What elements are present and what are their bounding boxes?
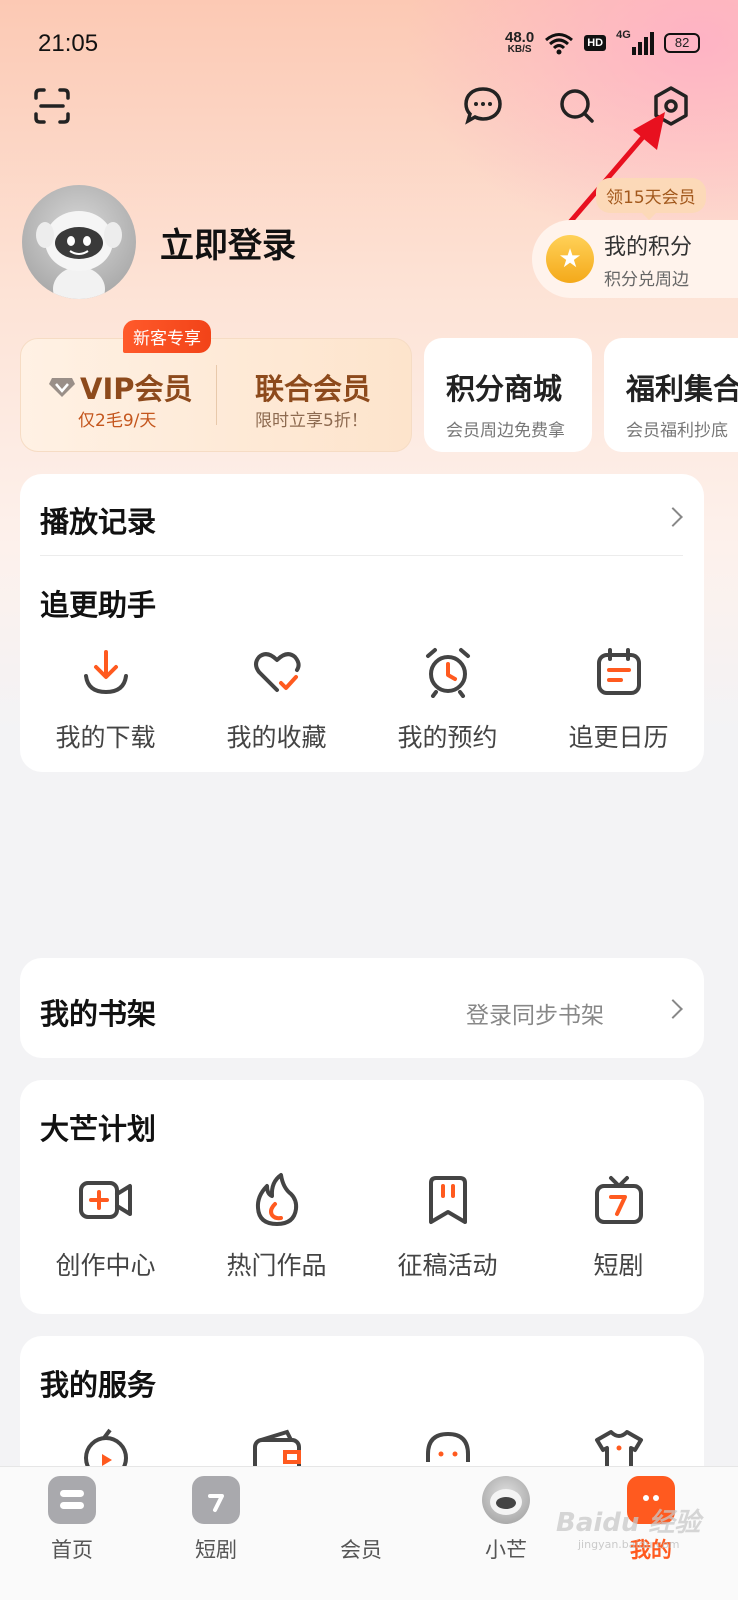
points-title: 我的积分	[604, 234, 693, 260]
vip-member-button[interactable]: VIP会员	[48, 366, 193, 408]
play-history-title: 播放记录	[40, 505, 157, 539]
xiaomang-icon	[482, 1476, 530, 1524]
my-favorites-label: 我的收藏	[226, 723, 327, 752]
welfare-title: 福利集合	[626, 372, 738, 406]
union-member-promo: 限时立享5折！	[255, 411, 368, 431]
cellular-signal: 4G	[616, 28, 655, 55]
creation-center-button[interactable]: 创作中心	[20, 1172, 191, 1282]
points-mall-subtitle: 会员周边免费拿	[446, 421, 565, 441]
tv-seven-icon	[591, 1172, 647, 1228]
hot-works-label: 热门作品	[226, 1251, 327, 1280]
vip-trial-tag[interactable]: 领15天会员	[596, 178, 706, 220]
update-calendar-button[interactable]: 追更日历	[533, 644, 704, 754]
chevron-right-icon	[663, 999, 683, 1019]
flame-icon	[249, 1172, 305, 1228]
services-title: 我的服务	[40, 1368, 157, 1402]
star-coin-icon: ★	[546, 235, 594, 283]
creation-center-label: 创作中心	[55, 1251, 156, 1280]
my-reservations-label: 我的预约	[397, 723, 498, 752]
update-calendar-label: 追更日历	[568, 723, 669, 752]
short-drama-button[interactable]: 短剧	[533, 1172, 704, 1282]
watermark: Baidu 经验	[556, 1508, 701, 1538]
assistant-grid: 我的下载 我的收藏 我的预约 追更日历	[20, 644, 704, 754]
divider	[40, 555, 683, 556]
diamond-icon	[49, 378, 75, 397]
play-history-row[interactable]: 播放记录	[20, 474, 704, 556]
hot-works-button[interactable]: 热门作品	[191, 1172, 362, 1282]
status-icons: 48.0 KB/S HD 4G 82	[505, 28, 701, 55]
my-downloads-button[interactable]: 我的下载	[20, 644, 191, 754]
network-type: 4G	[616, 28, 631, 41]
nav-xiaomang[interactable]: 小芒	[456, 1476, 556, 1564]
net-speed-value: 48.0	[505, 29, 535, 46]
bookshelf-card[interactable]: 我的书架 登录同步书架	[20, 958, 704, 1058]
short-drama-label: 短剧	[593, 1251, 644, 1280]
newbie-badge: 新客专享	[123, 320, 211, 353]
heart-check-icon	[249, 644, 305, 700]
bookshelf-sync-link[interactable]: 登录同步书架	[466, 996, 604, 1030]
contest-activity-label: 征稿活动	[397, 1251, 498, 1280]
wifi-icon	[545, 32, 574, 54]
member-icon	[337, 1476, 385, 1524]
login-link[interactable]: 立即登录	[160, 218, 296, 267]
nav-home-label: 首页	[51, 1538, 93, 1562]
plan-title: 大芒计划	[40, 1112, 157, 1146]
watermark-url: jingyan.baidu.com	[578, 1538, 680, 1551]
contest-activity-button[interactable]: 征稿活动	[362, 1172, 533, 1282]
points-mall-card[interactable]: 积分商城 会员周边免费拿	[424, 338, 592, 452]
nav-member-label: 会员	[340, 1538, 382, 1562]
my-favorites-button[interactable]: 我的收藏	[191, 644, 362, 754]
nav-short-drama-label: 短剧	[195, 1538, 237, 1562]
nav-home[interactable]: 首页	[22, 1476, 122, 1564]
net-speed: 48.0 KB/S	[505, 30, 534, 55]
bookmark-icon	[420, 1172, 476, 1228]
alarm-clock-icon	[420, 644, 476, 700]
message-icon[interactable]	[457, 80, 509, 132]
points-mall-title: 积分商城	[446, 372, 563, 406]
avatar[interactable]	[22, 185, 136, 299]
nav-member[interactable]: 会员	[311, 1476, 411, 1564]
download-icon	[78, 644, 134, 700]
nav-xiaomang-label: 小芒	[485, 1538, 527, 1562]
history-assistant-card: 播放记录 追更助手 我的下载 我的收藏 我的预约 追更日历	[20, 474, 704, 772]
membership-divider	[216, 365, 217, 425]
plan-grid: 创作中心 热门作品 征稿活动 短剧	[20, 1172, 704, 1282]
video-add-icon	[78, 1172, 134, 1228]
union-member-button[interactable]: 联合会员	[255, 366, 371, 408]
calendar-icon	[591, 644, 647, 700]
vip-member-price: 仅2毛9/天	[78, 411, 157, 431]
vip-member-label: VIP会员	[80, 372, 193, 406]
welfare-card[interactable]: 福利集合 会员福利抄底	[604, 338, 738, 452]
battery-indicator: 82	[664, 32, 701, 53]
annotation-arrow-icon	[562, 112, 665, 231]
my-reservations-button[interactable]: 我的预约	[362, 644, 533, 754]
points-card[interactable]: ★ 我的积分 积分兑周边	[532, 220, 738, 298]
home-icon	[48, 1476, 96, 1524]
nav-short-drama[interactable]: 短剧	[166, 1476, 266, 1564]
plan-card: 大芒计划 创作中心 热门作品 征稿活动 短剧	[20, 1080, 704, 1314]
hd-badge: HD	[584, 34, 607, 51]
points-subtitle: 积分兑周边	[604, 269, 689, 290]
assistant-title: 追更助手	[40, 588, 157, 622]
short-drama-icon	[192, 1476, 240, 1524]
welfare-subtitle: 会员福利抄底	[626, 421, 728, 441]
status-time: 21:05	[38, 30, 99, 57]
scan-icon[interactable]	[26, 80, 78, 132]
chevron-right-icon	[663, 507, 683, 527]
my-downloads-label: 我的下载	[55, 723, 156, 752]
bookshelf-title: 我的书架	[40, 997, 157, 1031]
net-speed-unit: KB/S	[507, 44, 532, 55]
